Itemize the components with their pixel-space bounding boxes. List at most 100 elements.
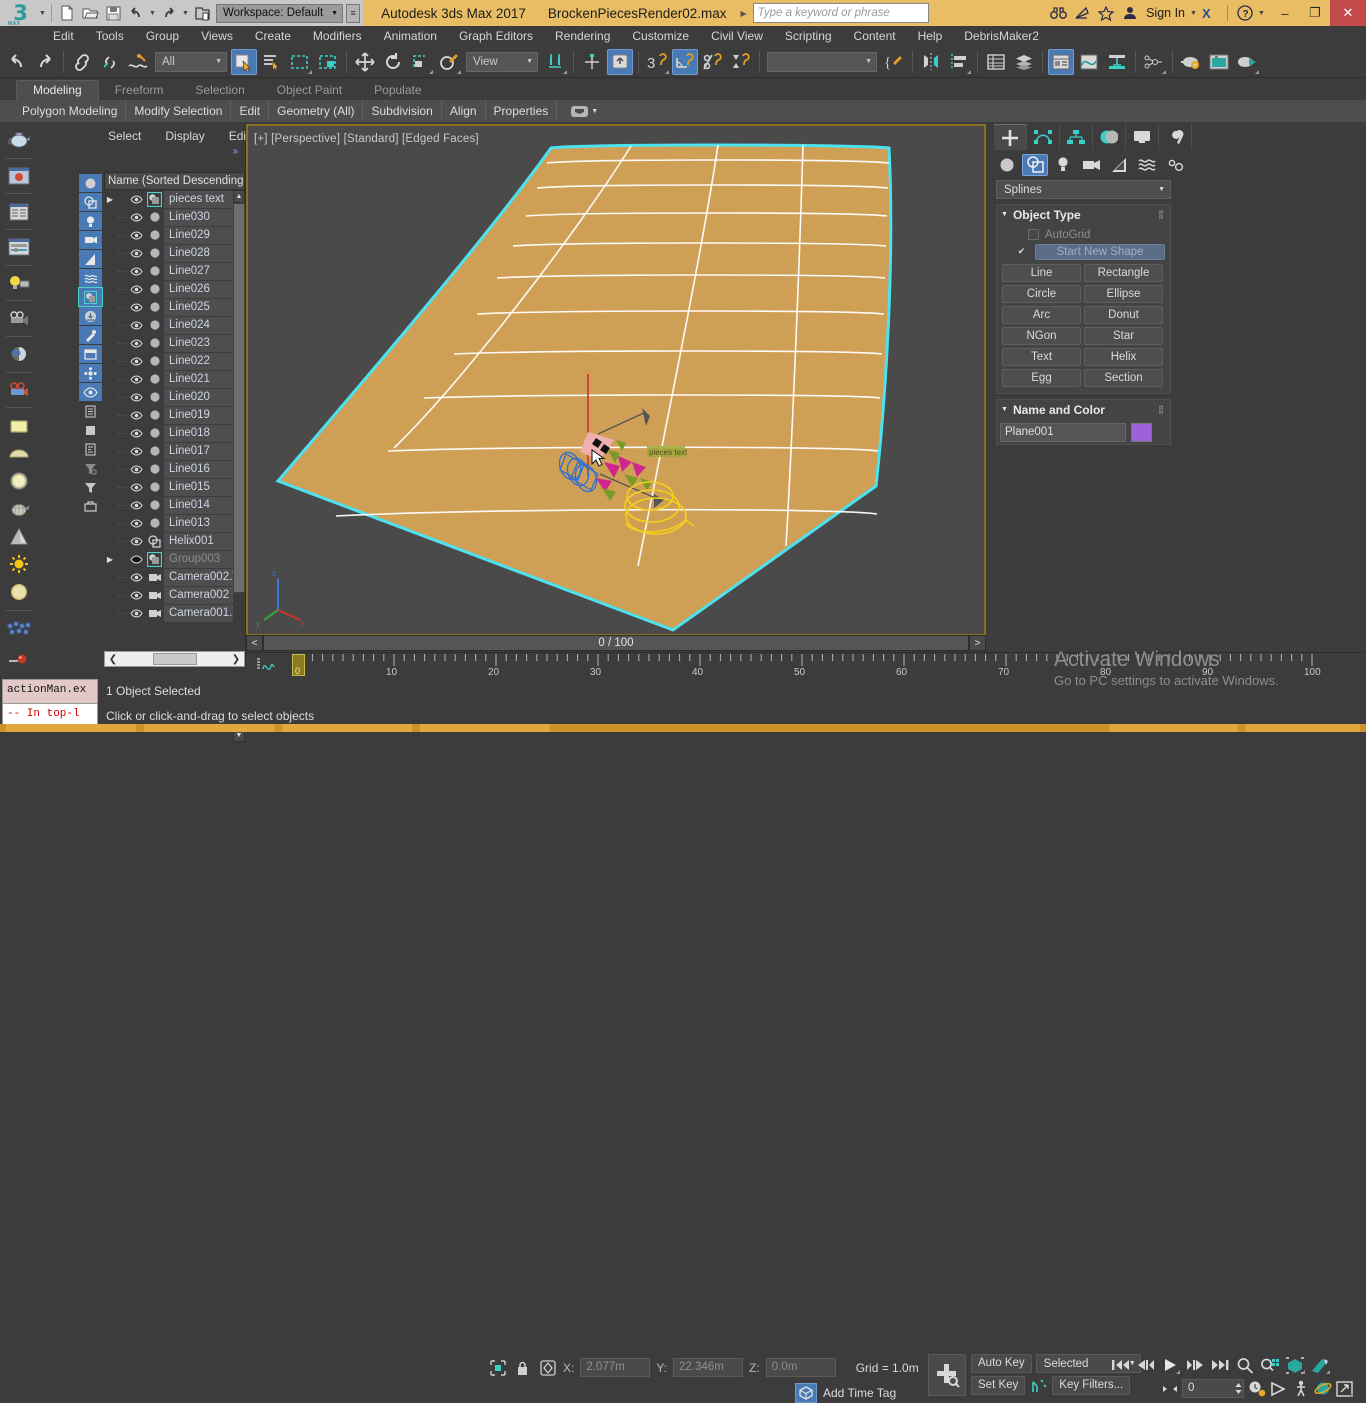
undo-tool-icon[interactable] (4, 49, 30, 75)
node-type-icon[interactable] (145, 373, 164, 385)
node-type-icon[interactable] (145, 534, 164, 548)
select-and-link-icon[interactable] (69, 49, 95, 75)
light-lister-icon[interactable] (4, 270, 34, 297)
visibility-eye-icon[interactable] (128, 248, 145, 258)
visibility-eye-icon[interactable] (128, 518, 145, 528)
ribbon-tab-selection[interactable]: Selection (179, 81, 260, 100)
spinner-snap-toggle-icon[interactable] (728, 49, 754, 75)
align-icon[interactable] (946, 49, 972, 75)
node-type-icon[interactable] (145, 319, 164, 331)
toggle-scene-explorer-icon[interactable] (1048, 48, 1074, 75)
frame-spinner-input[interactable]: 0 (1182, 1379, 1244, 1398)
visibility-eye-icon[interactable] (128, 500, 145, 510)
visibility-eye-icon[interactable] (128, 572, 145, 582)
object-type-ngon[interactable]: NGon (1002, 327, 1081, 345)
select-and-move-icon[interactable] (352, 49, 378, 75)
visibility-eye-icon[interactable] (128, 230, 145, 240)
sign-in-chevron-icon[interactable]: ▼ (1189, 10, 1198, 17)
menu-item-group[interactable]: Group (135, 26, 190, 46)
create-tab[interactable] (994, 124, 1027, 150)
node-type-icon[interactable] (145, 608, 164, 619)
select-and-rotate-icon[interactable] (380, 49, 406, 75)
expand-triangle-icon[interactable]: ▶ (104, 195, 116, 204)
node-type-icon[interactable] (145, 551, 164, 567)
scroll-up-button[interactable]: ▲ (233, 190, 245, 203)
z-field[interactable]: 0.0m (765, 1358, 836, 1377)
field-of-view-icon[interactable] (1308, 1354, 1332, 1376)
visibility-eye-icon[interactable] (128, 590, 145, 600)
set-key-big-button[interactable] (928, 1354, 966, 1396)
node-type-icon[interactable] (145, 229, 164, 241)
time-slider[interactable]: < 0 / 100 > (246, 634, 986, 652)
viewport[interactable]: [+] [Perspective] [Standard] [Edged Face… (246, 124, 986, 636)
track-bar-ticks[interactable]: 10 20 30 40 50 60 70 80 90 100 (292, 653, 1366, 677)
new-file-icon[interactable] (56, 2, 78, 24)
visibility-eye-icon[interactable] (128, 536, 145, 546)
node-type-icon[interactable] (145, 265, 164, 277)
table-row[interactable]: ⋯ Line013 (104, 514, 245, 532)
project-folder-icon[interactable] (191, 2, 213, 24)
exchange-icon[interactable]: X (1198, 0, 1222, 26)
ribbon-panel-polygon-modeling[interactable]: Polygon Modeling (14, 100, 127, 122)
hemisphere-primitive-icon[interactable] (4, 440, 34, 467)
table-row[interactable]: ⋯ Helix001 (104, 532, 245, 550)
name-and-color-header[interactable]: ▼ Name and Color ⣿ (997, 400, 1170, 419)
zoom-all-icon[interactable] (1258, 1354, 1282, 1376)
viewport-label[interactable]: [+] [Perspective] [Standard] [Edged Face… (254, 133, 479, 145)
filter-xrefs-icon[interactable] (79, 307, 102, 325)
play-button[interactable] (1158, 1354, 1182, 1376)
start-new-shape-checkbox[interactable]: ✔ (1016, 246, 1027, 257)
node-type-icon[interactable] (145, 355, 164, 367)
selection-lock-icon[interactable] (513, 1358, 532, 1377)
modify-tab[interactable] (1027, 124, 1060, 150)
named-selection-set-input[interactable]: ▼ (767, 51, 877, 72)
visibility-eye-icon[interactable] (128, 212, 145, 222)
object-type-donut[interactable]: Donut (1084, 306, 1163, 324)
object-type-line[interactable]: Line (1002, 264, 1081, 282)
key-filters-toggle-icon[interactable] (1029, 1376, 1048, 1395)
ribbon-overflow[interactable]: ▼ (571, 105, 598, 117)
go-to-start-button[interactable] (1108, 1354, 1132, 1376)
table-row[interactable]: ▶ Group003 (104, 550, 245, 568)
object-type-rectangle[interactable]: Rectangle (1084, 264, 1163, 282)
table-row[interactable]: ⋯ Line029 (104, 226, 245, 244)
node-type-icon[interactable] (145, 463, 164, 475)
open-file-icon[interactable] (79, 2, 101, 24)
object-type-section[interactable]: Section (1084, 369, 1163, 387)
mirror-tool-icon[interactable] (918, 49, 944, 75)
visibility-eye-icon[interactable] (128, 194, 145, 204)
add-time-tag-label[interactable]: Add Time Tag (823, 1386, 896, 1400)
table-row[interactable]: ⋯ Line017 (104, 442, 245, 460)
render-production-icon[interactable] (1234, 49, 1260, 75)
ribbon-panel-align[interactable]: Align (442, 100, 486, 122)
walk-through-icon[interactable] (1291, 1379, 1310, 1398)
camera-match-icon[interactable] (4, 341, 34, 368)
table-row[interactable]: ▶ pieces text (104, 190, 245, 208)
maxscript-mini-listener[interactable]: actionMan.ex -- In top-l (2, 679, 98, 729)
node-type-icon[interactable] (145, 409, 164, 421)
menu-item-animation[interactable]: Animation (373, 26, 448, 46)
object-type-text[interactable]: Text (1002, 348, 1081, 366)
undo-icon[interactable] (125, 2, 147, 24)
standard-primitives-teapot-icon[interactable] (4, 127, 34, 154)
y-field[interactable]: 22.346m (673, 1358, 744, 1377)
absolute-relative-mode-icon[interactable] (538, 1358, 557, 1377)
table-row[interactable]: ⋯ Line022 (104, 352, 245, 370)
previous-frame-button[interactable] (1133, 1354, 1157, 1376)
visibility-eye-icon[interactable] (128, 284, 145, 294)
ribbon-tab-object-paint[interactable]: Object Paint (261, 81, 358, 100)
visibility-eye-icon[interactable] (128, 446, 145, 456)
expand-triangle-icon[interactable]: ▶ (104, 555, 116, 564)
table-row[interactable]: ⋯ Line019 (104, 406, 245, 424)
restore-button[interactable]: ❐ (1300, 0, 1330, 26)
spinner-arrows-icon[interactable] (1160, 1379, 1179, 1398)
table-row[interactable]: ⋯ Line028 (104, 244, 245, 262)
next-frame-button[interactable] (1183, 1354, 1207, 1376)
toolbox-icon[interactable] (79, 497, 102, 515)
bind-to-space-warp-icon[interactable] (125, 49, 151, 75)
cameras-icon[interactable] (1078, 154, 1104, 176)
object-type-arc[interactable]: Arc (1002, 306, 1081, 324)
menu-item-graph-editors[interactable]: Graph Editors (448, 26, 544, 46)
systems-icon[interactable] (1162, 154, 1188, 176)
window-crossing-toggle-icon[interactable] (315, 49, 341, 75)
